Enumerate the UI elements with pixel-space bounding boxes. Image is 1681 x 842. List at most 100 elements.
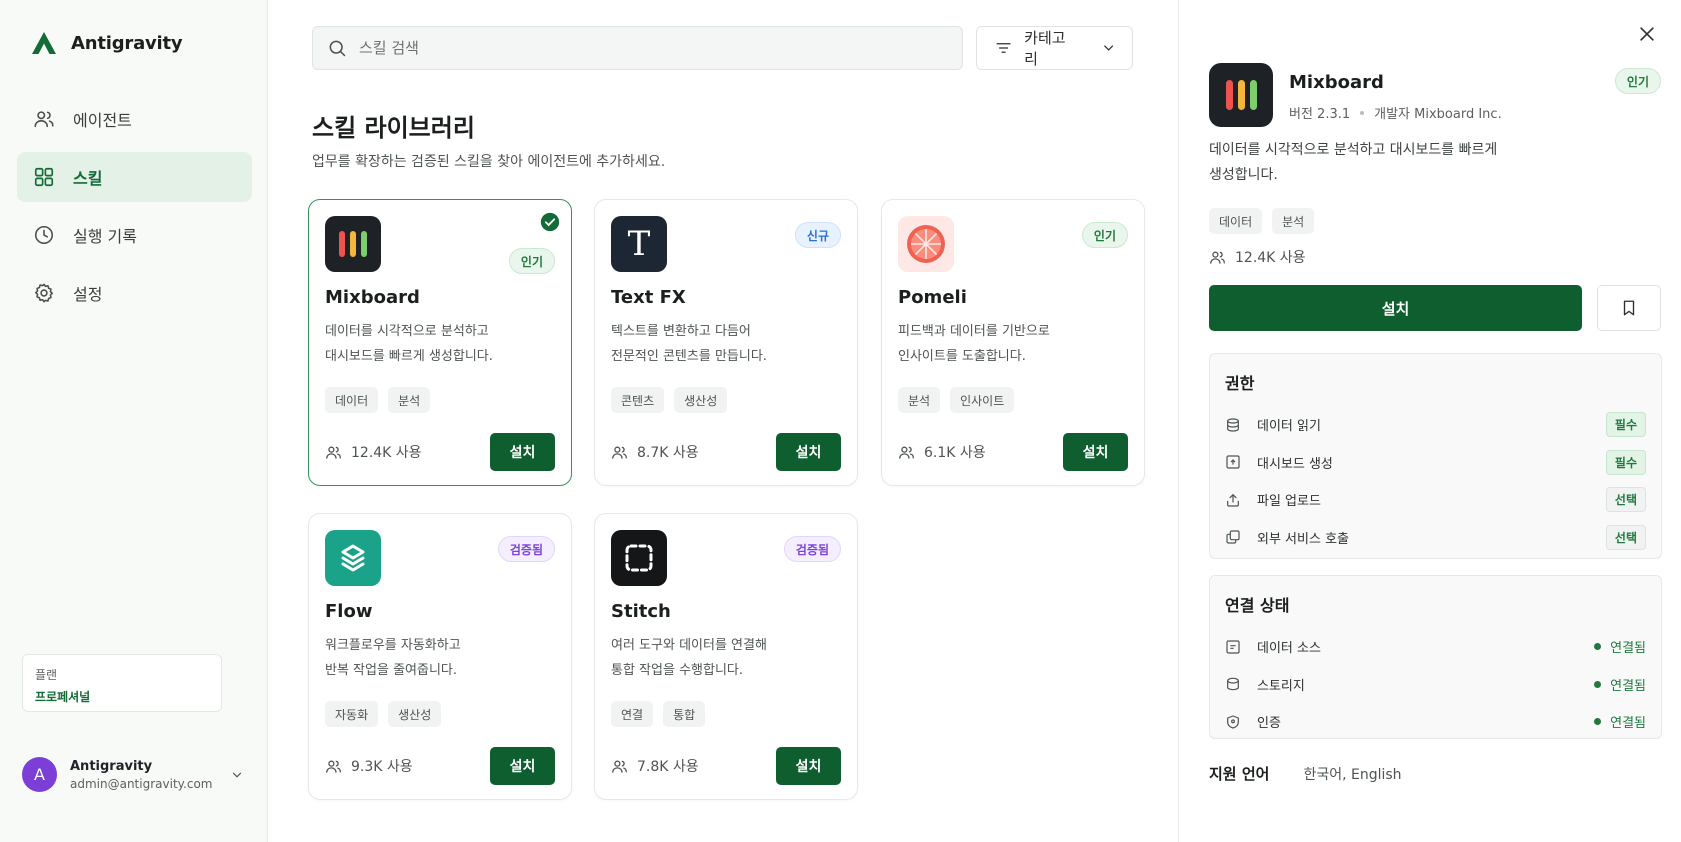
optional-badge: 선택: [1605, 524, 1646, 550]
connection-row: 인증 연결됨: [1225, 703, 1646, 741]
install-button[interactable]: 설치: [490, 747, 555, 785]
languages-value: 한국어, English: [1303, 766, 1402, 783]
tag: 분석: [1272, 208, 1315, 234]
brand[interactable]: Antigravity: [31, 31, 183, 55]
skill-detail-panel: Mixboard 버전 2.3.1 개발자 Mixboard Inc. 인기 데…: [1178, 0, 1681, 842]
status-badge: 검증됨: [497, 536, 555, 562]
skill-card-flow[interactable]: 검증됨 Flow 워크플로우를 자동화하고 반복 작업을 줄여줍니다. 자동화 생…: [308, 513, 572, 800]
card-title: Stitch: [611, 601, 671, 622]
card-title: Pomeli: [898, 287, 967, 308]
tag: 연결: [611, 701, 654, 727]
connection-row: 데이터 소스 연결됨: [1225, 628, 1646, 666]
tag: 인사이트: [950, 387, 1015, 413]
sidebar-item-agents[interactable]: 에이전트: [17, 94, 252, 144]
connection-status: 연결됨: [1594, 675, 1646, 694]
clock-icon: [34, 225, 54, 245]
install-button[interactable]: 설치: [776, 433, 841, 471]
connection-section: 연결 상태 데이터 소스 연결됨 스토리지 연결됨 인증 연결됨: [1209, 575, 1662, 739]
main-content: 카테고리 스킬 라이브러리 업무를 확장하는 검증된 스킬을 찾아 에이전트에 …: [269, 0, 1177, 842]
skill-card-stitch[interactable]: 검증됨 Stitch 여러 도구와 데이터를 연결해 통합 작업을 수행합니다. …: [594, 513, 858, 800]
app-name: Antigravity: [71, 32, 183, 54]
connection-status: 연결됨: [1594, 712, 1646, 731]
card-description: 여러 도구와 데이터를 연결해 통합 작업을 수행합니다.: [611, 638, 767, 678]
search-input[interactable]: [359, 39, 919, 57]
permission-row: 대시보드 생성 필수: [1225, 444, 1646, 482]
page-title: 스킬 라이브러리: [312, 114, 475, 142]
close-icon[interactable]: [1637, 24, 1657, 44]
sidebar: Antigravity 에이전트 스킬 실행 기록 설정 플랜 프로페셔널 A …: [0, 0, 268, 842]
status-badge: 검증됨: [783, 536, 841, 562]
card-title: Flow: [325, 601, 373, 622]
card-tags: 자동화 생산성: [325, 701, 442, 727]
external-service-icon: [1226, 530, 1240, 544]
plan-box: 플랜 프로페셔널: [22, 654, 222, 712]
page-subtitle: 업무를 확장하는 검증된 스킬을 찾아 에이전트에 추가하세요.: [312, 154, 666, 170]
tag: 분석: [898, 387, 941, 413]
chevron-down-icon: [1103, 45, 1113, 51]
tag: 콘텐츠: [611, 387, 665, 413]
category-dropdown[interactable]: 카테고리: [976, 26, 1133, 70]
permission-row: 데이터 읽기 필수: [1225, 406, 1646, 444]
skill-card-mixboard[interactable]: 인기 Mixboard 데이터를 시각적으로 분석하고 대시보드를 빠르게 생성합…: [308, 199, 572, 486]
card-tags: 콘텐츠 생산성: [611, 387, 728, 413]
tag: 통합: [663, 701, 706, 727]
section-title: 권한: [1225, 374, 1255, 393]
usage-count: 12.4K 사용: [325, 442, 422, 462]
optional-badge: 선택: [1605, 487, 1646, 513]
user-menu[interactable]: A Antigravity admin@antigravity.com: [22, 757, 244, 792]
detail-description: 데이터를 시각적으로 분석하고 대시보드를 빠르게 생성합니다.: [1209, 142, 1498, 183]
install-button[interactable]: 설치: [1063, 433, 1128, 471]
search-bar[interactable]: [312, 26, 963, 70]
status-badge: 인기: [1614, 68, 1661, 94]
install-button[interactable]: 설치: [776, 747, 841, 785]
storage-icon: [1227, 677, 1239, 691]
detail-meta: 버전 2.3.1 개발자 Mixboard Inc.: [1289, 103, 1502, 122]
category-label: 카테고리: [1024, 29, 1066, 68]
permissions-section: 권한 데이터 읽기 필수 대시보드 생성 필수 파일 업로드 선택 외부 서비스…: [1209, 353, 1662, 559]
developer-text: 개발자 Mixboard Inc.: [1374, 107, 1502, 122]
sidebar-item-history[interactable]: 실행 기록: [17, 210, 252, 260]
card-description: 워크플로우를 자동화하고 반복 작업을 줄여줍니다.: [325, 638, 461, 678]
sidebar-item-label: 스킬: [73, 169, 103, 188]
tag: 데이터: [1209, 208, 1263, 234]
chevron-down-icon: [232, 772, 242, 778]
status-badge: 신규: [794, 222, 841, 248]
card-description: 피드백과 데이터를 기반으로 인사이트를 도출합니다.: [898, 324, 1050, 364]
users-icon: [326, 446, 341, 459]
bookmark-button[interactable]: [1597, 285, 1661, 331]
skill-card-pomeli[interactable]: 인기 Pomeli 피드백과 데이터를 기반으로 인사이트를 도출합니다. 분석 …: [881, 199, 1145, 486]
gear-icon: [34, 283, 54, 303]
bookmark-icon: [1623, 300, 1635, 316]
languages-label: 지원 언어: [1209, 765, 1270, 783]
tag: 생산성: [674, 387, 728, 413]
install-button[interactable]: 설치: [1209, 285, 1582, 331]
connection-status: 연결됨: [1594, 637, 1646, 656]
skill-card-text-fx[interactable]: T 신규 Text FX 텍스트를 변환하고 다듬어 전문적인 콘텐츠를 만듭니다…: [594, 199, 858, 486]
mixboard-logo-icon: [1209, 63, 1273, 127]
sidebar-item-skills[interactable]: 스킬: [17, 152, 252, 202]
usage-count: 8.7K 사용: [611, 442, 699, 462]
user-email: admin@antigravity.com: [70, 776, 213, 791]
database-icon: [1227, 418, 1239, 432]
required-badge: 필수: [1605, 412, 1646, 438]
card-title: Text FX: [611, 287, 686, 308]
permission-row: 파일 업로드 선택: [1225, 481, 1646, 519]
card-description: 데이터를 시각적으로 분석하고 대시보드를 빠르게 생성합니다.: [325, 324, 493, 364]
card-tags: 연결 통합: [611, 701, 706, 727]
install-button[interactable]: 설치: [490, 433, 555, 471]
mixboard-logo-icon: [325, 216, 381, 272]
usage-count: 6.1K 사용: [898, 442, 986, 462]
users-icon: [1210, 251, 1225, 264]
check-circle-icon: [540, 212, 560, 232]
connection-row: 스토리지 연결됨: [1225, 666, 1646, 704]
tag: 분석: [388, 387, 431, 413]
dashboard-icon: [1226, 455, 1240, 469]
status-badge: 인기: [508, 248, 555, 274]
card-tags: 분석 인사이트: [898, 387, 1015, 413]
tag: 생산성: [388, 701, 442, 727]
sidebar-item-label: 실행 기록: [73, 227, 137, 246]
sidebar-item-settings[interactable]: 설정: [17, 268, 252, 318]
section-title: 연결 상태: [1225, 596, 1290, 615]
users-icon: [899, 446, 914, 459]
text-fx-logo-icon: T: [611, 216, 667, 272]
